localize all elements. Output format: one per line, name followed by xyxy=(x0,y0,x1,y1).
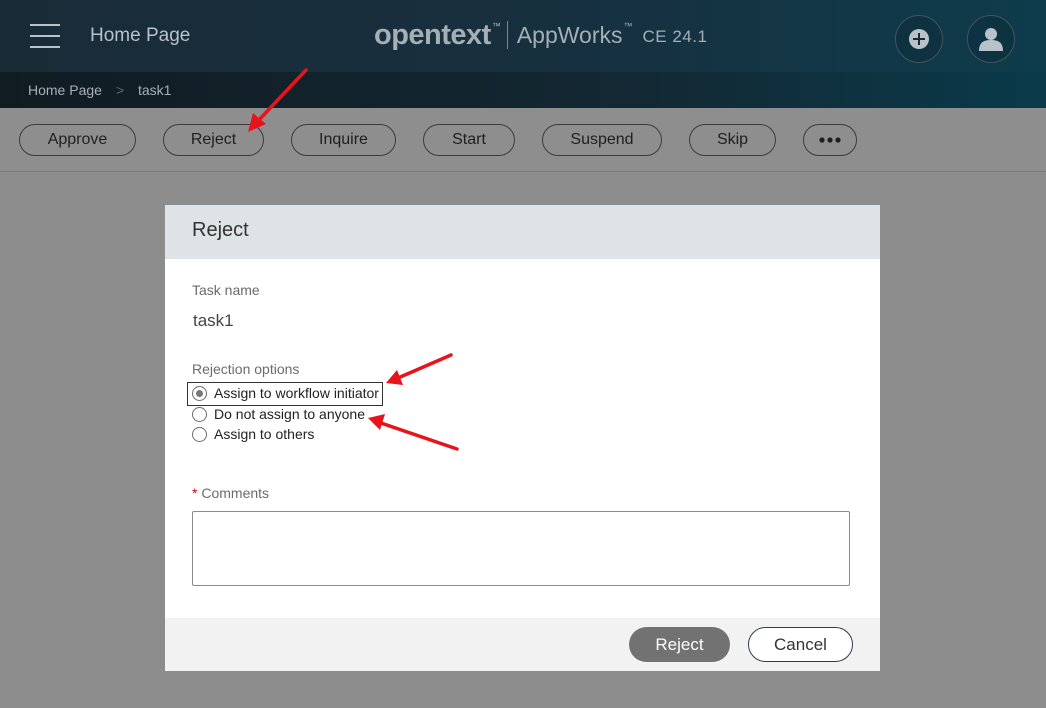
reject-button[interactable]: Reject xyxy=(163,124,264,156)
start-button[interactable]: Start xyxy=(423,124,515,156)
more-horizontal-icon xyxy=(819,137,841,143)
user-avatar-icon xyxy=(979,28,1003,51)
rejection-options-label: Rejection options xyxy=(192,361,300,377)
radio-button-checked[interactable] xyxy=(192,385,207,401)
reject-dialog: Reject Task name task1 Rejection options… xyxy=(165,205,880,671)
breadcrumb-item-home[interactable]: Home Page xyxy=(28,82,102,98)
breadcrumb-item-current: task1 xyxy=(138,82,172,98)
plus-circle-icon xyxy=(909,29,929,49)
radio-option-do-not-assign[interactable]: Do not assign to anyone xyxy=(192,406,365,422)
product-name: AppWorks xyxy=(516,21,623,48)
hamburger-menu-icon[interactable] xyxy=(30,24,60,48)
required-asterisk: * xyxy=(192,485,198,501)
dialog-footer: Reject Cancel xyxy=(165,618,880,671)
suspend-button[interactable]: Suspend xyxy=(542,124,662,156)
approve-button[interactable]: Approve xyxy=(19,124,136,156)
brand-logo: opentext ™ AppWorks ™ CE 24.1 xyxy=(374,17,707,53)
comments-label: * Comments xyxy=(192,485,269,501)
task-name-value: task1 xyxy=(193,311,234,330)
more-actions-button[interactable] xyxy=(803,124,857,156)
add-button[interactable] xyxy=(895,15,943,63)
radio-option-assign-initiator[interactable]: Assign to workflow initiator xyxy=(192,385,379,401)
breadcrumb-separator-chevron-icon: > xyxy=(116,82,125,98)
task-action-toolbar: Approve Reject Inquire Start Suspend Ski… xyxy=(0,108,1046,172)
breadcrumb: Home Page > task1 xyxy=(0,72,1046,108)
radio-option-assign-others[interactable]: Assign to others xyxy=(192,426,314,442)
dialog-title: Reject xyxy=(165,205,880,259)
top-header-bar: Home Page opentext ™ AppWorks ™ CE 24.1 xyxy=(0,0,1046,72)
user-profile-button[interactable] xyxy=(967,15,1015,63)
skip-button[interactable]: Skip xyxy=(689,124,776,156)
cancel-button[interactable]: Cancel xyxy=(748,627,853,662)
radio-label: Assign to workflow initiator xyxy=(214,385,379,401)
radio-button[interactable] xyxy=(192,406,207,422)
inquire-button[interactable]: Inquire xyxy=(291,124,396,156)
brand-divider xyxy=(506,21,508,49)
radio-label: Assign to others xyxy=(214,426,315,442)
radio-label: Do not assign to anyone xyxy=(214,406,365,422)
task-name-label: Task name xyxy=(192,282,260,298)
opentext-logo-text: opentext xyxy=(374,18,491,51)
radio-button[interactable] xyxy=(192,426,207,442)
trademark-mark: ™ xyxy=(491,21,501,31)
product-version: CE 24.1 xyxy=(642,27,708,46)
page-title: Home Page xyxy=(90,25,191,46)
product-trademark-mark: ™ xyxy=(623,21,633,31)
comments-label-text: Comments xyxy=(201,485,270,501)
comments-textarea[interactable] xyxy=(192,511,850,586)
confirm-reject-button[interactable]: Reject xyxy=(629,627,730,662)
